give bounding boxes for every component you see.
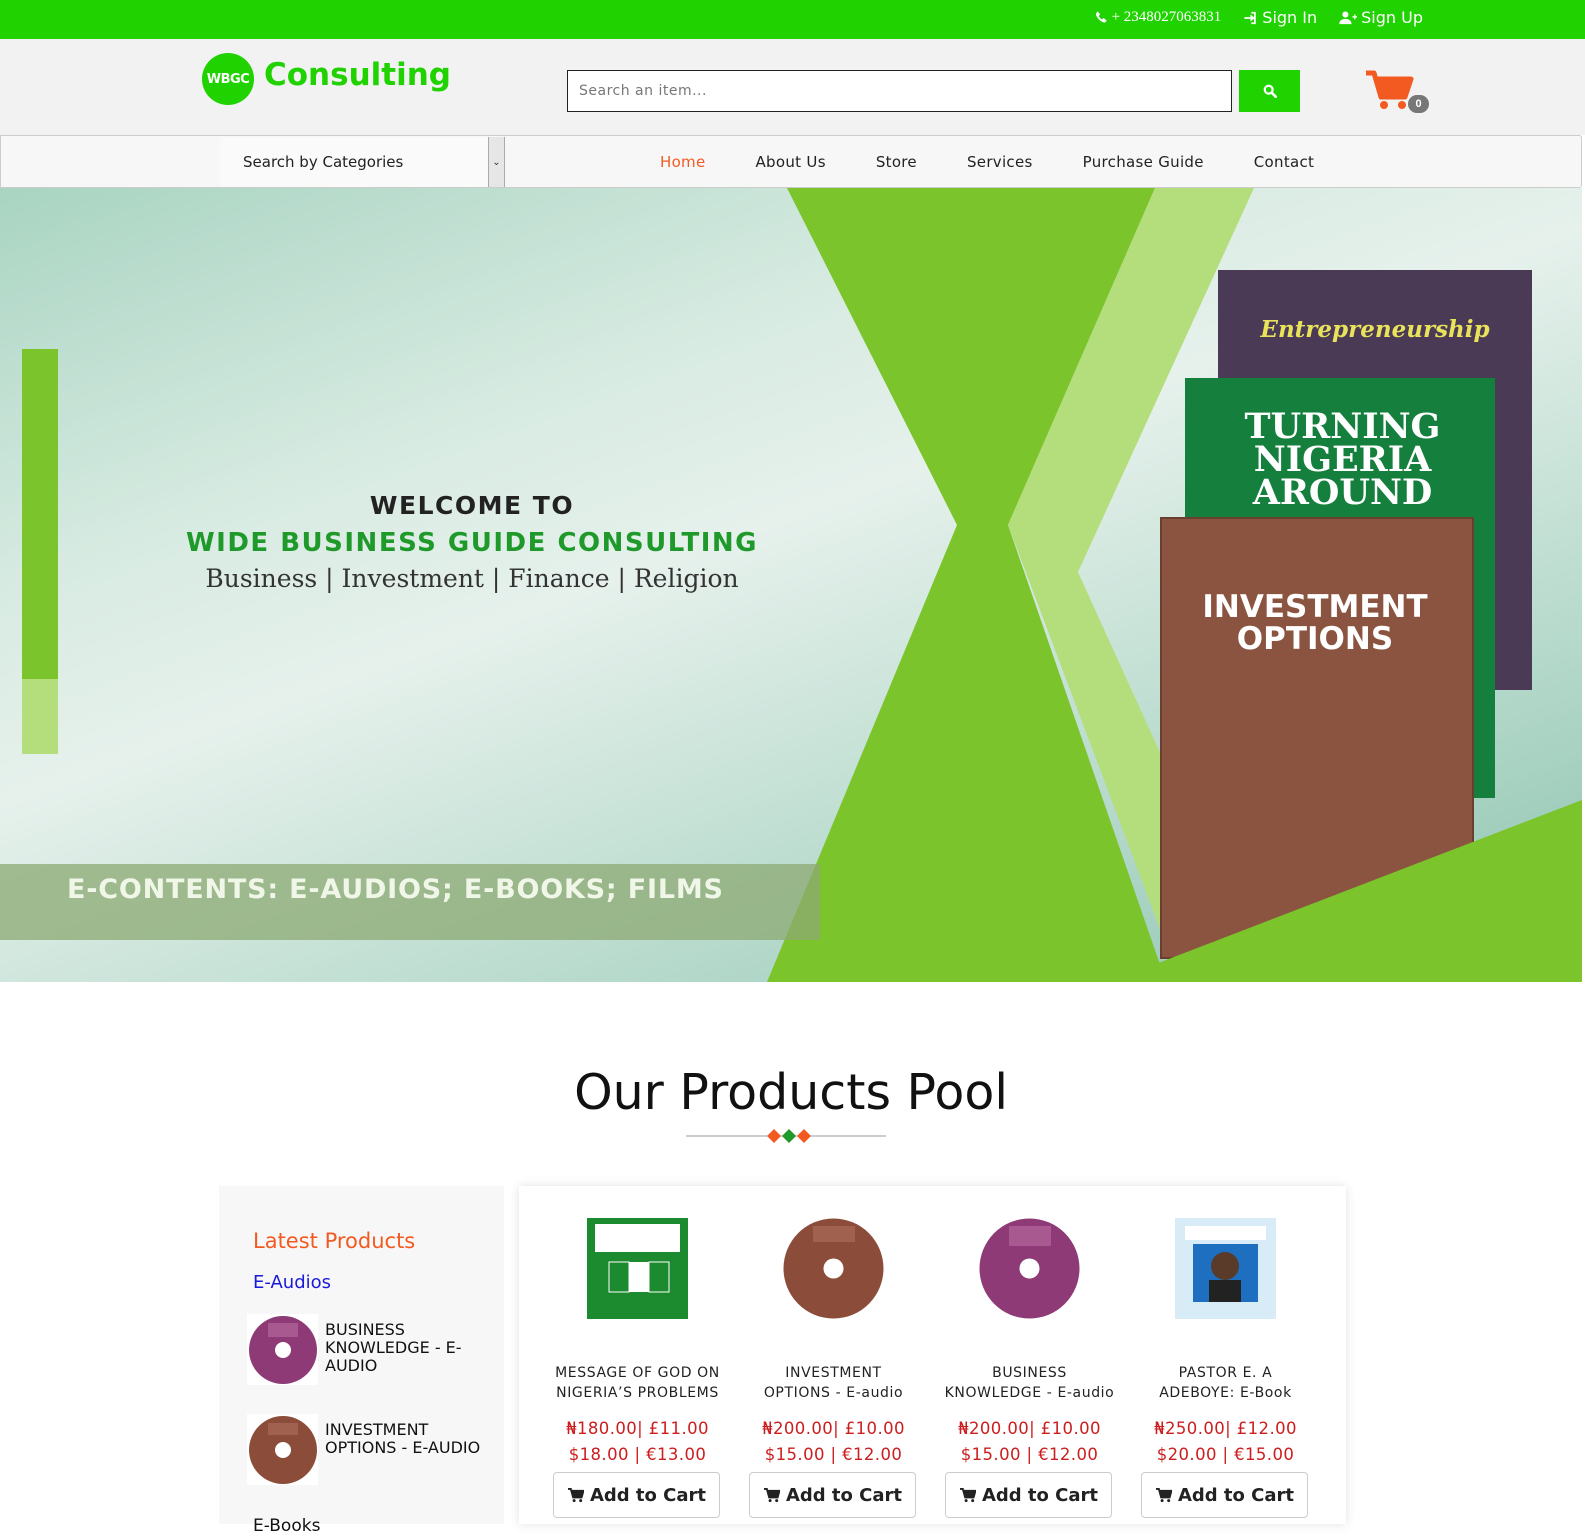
nav-services[interactable]: Services — [967, 153, 1033, 171]
product-name[interactable]: BUSINESS KNOWLEDGE - E-audio — [931, 1363, 1128, 1403]
category-select[interactable]: Search by Categories ⌄ — [220, 137, 505, 187]
add-to-cart-label: Add to Cart — [589, 1484, 707, 1506]
phone-link[interactable]: + 2348027063831 — [1095, 8, 1222, 27]
cd-thumbnail — [247, 1414, 318, 1485]
add-to-cart-label: Add to Cart — [981, 1484, 1099, 1506]
header: WBGC Consulting 0 — [0, 39, 1585, 135]
book-title-investment-options: INVESTMENT OPTIONS — [1202, 589, 1428, 657]
cd-icon — [979, 1218, 1080, 1319]
nav-bar: Search by Categories ⌄ Home About Us Sto… — [0, 135, 1582, 188]
search-input[interactable] — [567, 70, 1232, 112]
section-title: Our Products Pool — [574, 1064, 1008, 1121]
sidebar-item-label: BUSINESS KNOWLEDGE - E-AUDIO — [325, 1320, 462, 1375]
add-to-cart-button[interactable]: Add to Cart — [945, 1472, 1112, 1518]
sidebar-item-investment-options[interactable]: INVESTMENT OPTIONS - E-AUDIO — [247, 1414, 497, 1486]
sign-up-link[interactable]: Sign Up — [1339, 8, 1423, 27]
category-select-label: Search by Categories — [243, 153, 404, 171]
cart-icon — [959, 1487, 976, 1502]
nav-about-us[interactable]: About Us — [756, 153, 826, 171]
sign-up-label: Sign Up — [1361, 8, 1423, 27]
add-to-cart-label: Add to Cart — [785, 1484, 903, 1506]
cart-icon — [1155, 1487, 1172, 1502]
book-title-turning-nigeria: TURNING NIGERIA AROUND — [1244, 406, 1441, 513]
product-price-primary: ₦200.00| £10.00 — [762, 1419, 905, 1438]
product-name[interactable]: INVESTMENT OPTIONS - E-audio — [735, 1363, 932, 1403]
search-icon — [1263, 84, 1277, 98]
sign-in-link[interactable]: Sign In — [1243, 8, 1317, 27]
product-image[interactable] — [783, 1218, 884, 1319]
hero-tagline: Business | Investment | Finance | Religi… — [205, 564, 739, 593]
cd-icon — [248, 1415, 317, 1484]
book-cover-icon — [1175, 1218, 1276, 1319]
sidebar-subtitle-e-audios[interactable]: E-Audios — [253, 1272, 331, 1293]
sidebar-subtitle-e-books[interactable]: E-Books — [253, 1516, 320, 1536]
add-to-cart-button[interactable]: Add to Cart — [1141, 1472, 1308, 1518]
product-price-secondary: $15.00 | €12.00 — [960, 1445, 1099, 1464]
product-card: INVESTMENT OPTIONS - E-audio ₦200.00| £10… — [735, 1186, 932, 1524]
top-bar: + 2348027063831 Sign In Sign Up — [0, 0, 1585, 39]
latest-products-sidebar: Latest Products E-Audios BUSINESS KNOWLE… — [219, 1186, 504, 1536]
product-card: MESSAGE OF GOD ON NIGERIA’S PROBLEMS ₦180… — [539, 1186, 736, 1524]
product-price-secondary: $20.00 | €15.00 — [1156, 1445, 1295, 1464]
cd-thumbnail — [247, 1314, 318, 1385]
cart-button[interactable]: 0 — [1364, 69, 1434, 117]
user-plus-icon — [1339, 10, 1358, 24]
product-card: PASTOR E. A ADEBOYE: E-Book ₦250.00| £12.… — [1127, 1186, 1324, 1524]
nav-store[interactable]: Store — [876, 153, 917, 171]
add-to-cart-label: Add to Cart — [1177, 1484, 1295, 1506]
sign-in-label: Sign In — [1262, 8, 1318, 27]
book-title-entrepreneurship: Entrepreneurship — [1260, 316, 1490, 343]
product-name[interactable]: MESSAGE OF GOD ON NIGERIA’S PROBLEMS — [539, 1363, 736, 1403]
cart-icon — [763, 1487, 780, 1502]
hero-welcome: WELCOME TO — [369, 491, 575, 520]
cart-icon — [567, 1487, 584, 1502]
product-image[interactable] — [979, 1218, 1080, 1319]
cd-icon — [783, 1218, 884, 1319]
add-to-cart-button[interactable]: Add to Cart — [553, 1472, 720, 1518]
section-divider — [686, 1129, 886, 1143]
phone-number: + 2348027063831 — [1111, 9, 1222, 25]
logo-text[interactable]: Consulting — [264, 57, 451, 93]
phone-icon — [1095, 11, 1107, 23]
product-image[interactable] — [587, 1218, 688, 1319]
sign-in-icon — [1244, 11, 1257, 24]
chevron-down-icon: ⌄ — [488, 137, 504, 187]
cart-icon — [1366, 70, 1414, 109]
nav-contact[interactable]: Contact — [1254, 153, 1314, 171]
nav-purchase-guide[interactable]: Purchase Guide — [1083, 153, 1204, 171]
product-image[interactable] — [1175, 1218, 1276, 1319]
top-links: + 2348027063831 Sign In Sign Up — [1095, 8, 1423, 27]
main-nav: Home About Us Store Services Purchase Gu… — [660, 136, 1364, 187]
hero-strip-text: E-CONTENTS: E-AUDIOS; E-BOOKS; FILMS — [67, 874, 724, 905]
hero-banner[interactable]: Entrepreneurship TURNING NIGERIA AROUND … — [0, 188, 1582, 982]
product-card: BUSINESS KNOWLEDGE - E-audio ₦200.00| £10… — [931, 1186, 1128, 1524]
logo-badge[interactable]: WBGC — [202, 53, 254, 105]
hero-company-name: WIDE BUSINESS GUIDE CONSULTING — [185, 528, 758, 558]
product-price-primary: ₦250.00| £12.00 — [1154, 1419, 1297, 1438]
product-price-secondary: $18.00 | €13.00 — [568, 1445, 707, 1464]
sidebar-item-business-knowledge[interactable]: BUSINESS KNOWLEDGE - E-AUDIO — [247, 1314, 497, 1386]
cart-count-badge: 0 — [1408, 95, 1429, 113]
product-price-secondary: $15.00 | €12.00 — [764, 1445, 903, 1464]
sidebar-title: Latest Products — [253, 1229, 416, 1253]
sidebar-item-label: INVESTMENT OPTIONS - E-AUDIO — [325, 1420, 481, 1457]
cd-icon — [248, 1315, 317, 1384]
add-to-cart-button[interactable]: Add to Cart — [749, 1472, 916, 1518]
product-price-primary: ₦200.00| £10.00 — [958, 1419, 1101, 1438]
book-cover-icon — [587, 1218, 688, 1319]
search-button[interactable] — [1239, 70, 1300, 112]
product-name[interactable]: PASTOR E. A ADEBOYE: E-Book — [1127, 1363, 1324, 1403]
product-grid: MESSAGE OF GOD ON NIGERIA’S PROBLEMS ₦180… — [519, 1186, 1346, 1524]
product-price-primary: ₦180.00| £11.00 — [566, 1419, 709, 1438]
nav-home[interactable]: Home — [660, 153, 706, 171]
